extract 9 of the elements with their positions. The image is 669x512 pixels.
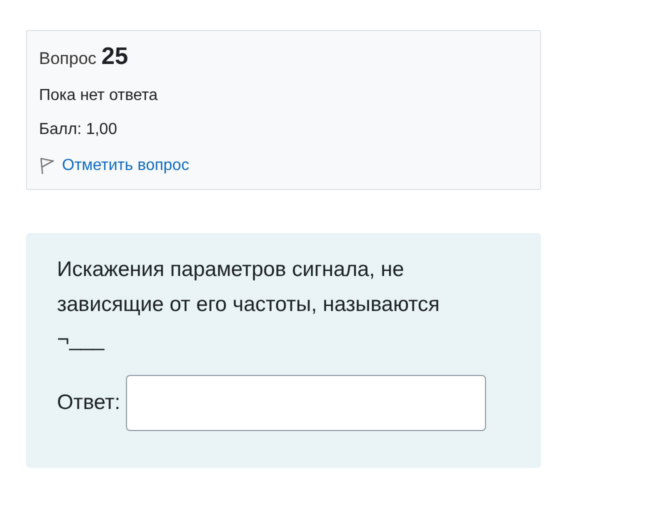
grade-text: Балл: 1,00 — [39, 121, 118, 139]
answer-field[interactable] — [126, 375, 486, 431]
answer-label: Ответ: — [57, 391, 120, 415]
flag-icon[interactable] — [39, 157, 54, 175]
flag-question-link[interactable]: Отметить вопрос — [62, 157, 190, 175]
question-label: Вопрос — [39, 49, 96, 69]
answer-status: Пока нет ответа — [39, 87, 159, 105]
question-number: 25 — [101, 43, 128, 71]
question-text: Искажения параметров сигнала, не зависящие от его частоты, называются ¬___ — [57, 257, 441, 353]
